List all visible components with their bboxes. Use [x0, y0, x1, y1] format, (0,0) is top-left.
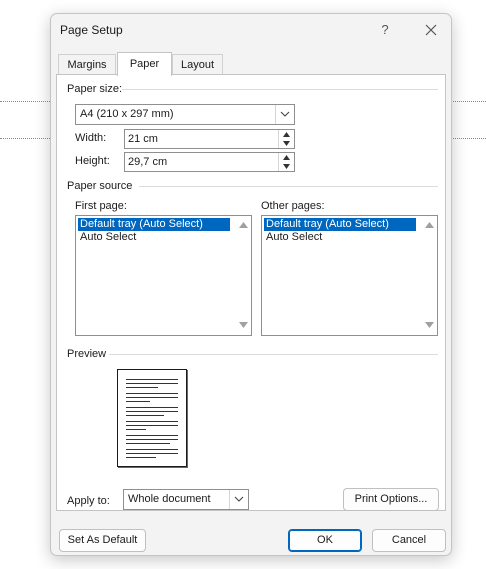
dialog-title: Page Setup [60, 23, 123, 37]
scroll-down-arrow-icon[interactable] [425, 322, 434, 328]
tab-layout[interactable]: Layout [172, 54, 223, 75]
other-pages-option-default-tray[interactable]: Default tray (Auto Select) [264, 218, 416, 231]
paper-source-label: Paper source [67, 180, 133, 192]
width-spinbox[interactable]: 21 cm [124, 129, 295, 149]
height-value: 29,7 cm [128, 156, 168, 168]
paper-tab-panel: Paper size: A4 (210 x 297 mm) Width: 21 … [56, 74, 446, 511]
paper-size-dropdown[interactable]: A4 (210 x 297 mm) [75, 104, 295, 125]
other-pages-label: Other pages: [261, 200, 325, 212]
apply-to-dropdown-button[interactable] [229, 490, 248, 509]
first-page-option-auto-select[interactable]: Auto Select [78, 231, 138, 244]
height-label: Height: [75, 155, 110, 167]
preview-label: Preview [67, 348, 107, 360]
paper-size-label: Paper size: [67, 83, 123, 95]
preview-text-line [126, 407, 178, 408]
preview-text-line [126, 429, 146, 430]
title-bar: Page Setup ? [51, 14, 451, 46]
preview-separator [109, 354, 438, 355]
help-button[interactable]: ? [371, 18, 399, 42]
first-page-listbox[interactable]: Default tray (Auto Select) Auto Select [75, 215, 252, 336]
first-page-label: First page: [75, 200, 127, 212]
preview-text-line [126, 401, 150, 402]
width-increment-button[interactable] [279, 130, 294, 139]
spin-up-icon [283, 132, 290, 137]
width-label: Width: [75, 132, 107, 144]
spin-down-icon [283, 164, 290, 169]
preview-text-line [126, 393, 178, 394]
first-page-option-default-tray[interactable]: Default tray (Auto Select) [78, 218, 230, 231]
height-spinbox[interactable]: 29,7 cm [124, 152, 295, 172]
preview-text-line [126, 397, 178, 398]
preview-text-line [126, 379, 178, 380]
set-as-default-button[interactable]: Set As Default [59, 529, 146, 552]
close-button[interactable] [417, 18, 445, 42]
apply-to-dropdown[interactable]: Whole document [123, 489, 249, 510]
preview-text-line [126, 453, 178, 454]
print-options-button[interactable]: Print Options... [343, 488, 439, 511]
close-icon [425, 24, 437, 36]
apply-to-label: Apply to: [67, 495, 110, 507]
first-page-scrollbar[interactable] [236, 216, 251, 335]
preview-text-line [126, 425, 178, 426]
apply-to-value: Whole document [128, 493, 211, 505]
paper-size-value: A4 (210 x 297 mm) [80, 108, 174, 120]
preview-text-line [126, 383, 178, 384]
spin-up-icon [283, 155, 290, 160]
other-pages-listbox[interactable]: Default tray (Auto Select) Auto Select [261, 215, 438, 336]
page-setup-dialog: Page Setup ? Margins Paper Layout Paper … [50, 13, 452, 556]
spin-down-icon [283, 141, 290, 146]
scroll-up-arrow-icon[interactable] [425, 222, 434, 228]
chevron-down-icon [280, 111, 290, 117]
preview-text-line [126, 387, 158, 388]
preview-text-line [126, 443, 170, 444]
chevron-down-icon [234, 496, 244, 502]
tab-margins[interactable]: Margins [58, 54, 116, 75]
width-spin-buttons [278, 130, 294, 148]
paper-source-separator [139, 186, 438, 187]
other-pages-option-auto-select[interactable]: Auto Select [264, 231, 324, 244]
height-decrement-button[interactable] [279, 162, 294, 171]
width-decrement-button[interactable] [279, 139, 294, 148]
scroll-up-arrow-icon[interactable] [239, 222, 248, 228]
page-preview-thumbnail [117, 369, 187, 467]
cancel-button[interactable]: Cancel [372, 529, 446, 552]
paper-size-dropdown-button[interactable] [275, 105, 294, 124]
preview-text-line [126, 435, 178, 436]
scroll-down-arrow-icon[interactable] [239, 322, 248, 328]
height-increment-button[interactable] [279, 153, 294, 162]
preview-text-line [126, 415, 164, 416]
preview-text-line [126, 411, 178, 412]
preview-text-line [126, 421, 178, 422]
other-pages-scrollbar[interactable] [422, 216, 437, 335]
tab-paper[interactable]: Paper [117, 52, 172, 76]
preview-text-line [126, 449, 178, 450]
ok-button[interactable]: OK [288, 529, 362, 552]
paper-size-separator [119, 89, 438, 90]
width-value: 21 cm [128, 133, 158, 145]
preview-text-line [126, 439, 178, 440]
preview-text-line [126, 457, 156, 458]
height-spin-buttons [278, 153, 294, 171]
